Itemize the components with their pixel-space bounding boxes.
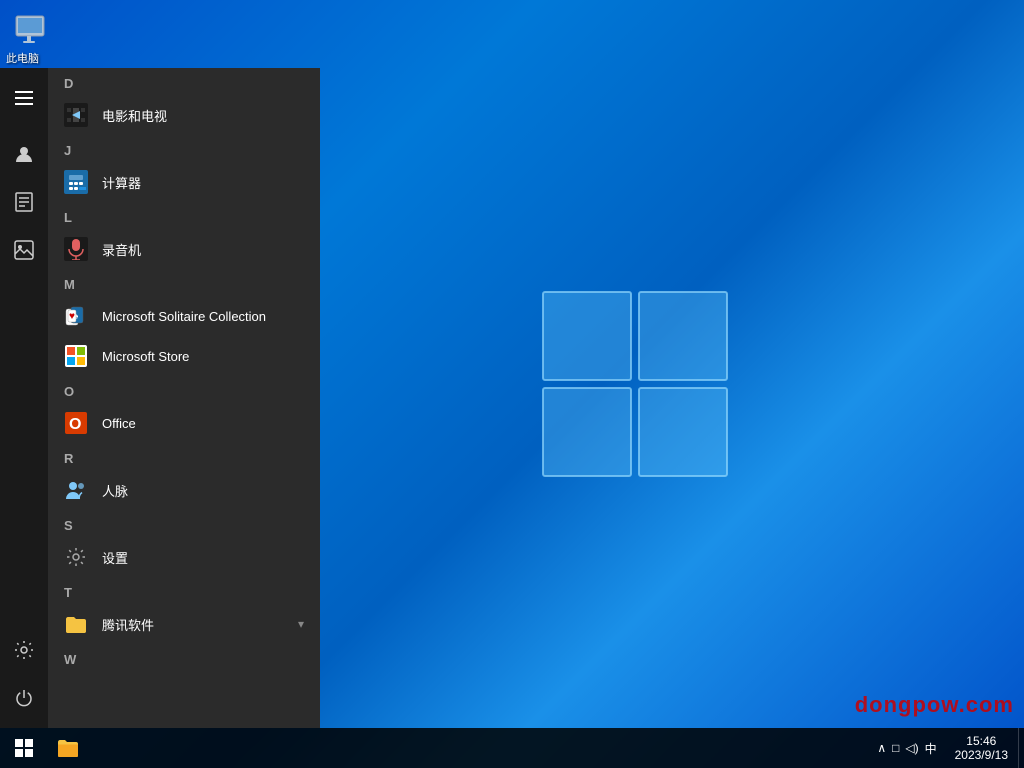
app-icon-tencent-folder: [64, 612, 88, 636]
tray-icon-chevron[interactable]: ∧: [877, 741, 886, 755]
clock-time: 15:46: [966, 734, 996, 748]
section-header-w: W: [48, 644, 320, 671]
start-icon-q2: [25, 739, 33, 747]
sidebar-file-icon[interactable]: [0, 180, 48, 224]
taskbar-clock[interactable]: 15:46 2023/9/13: [945, 728, 1018, 768]
start-button[interactable]: [0, 728, 48, 768]
app-icon-people: [64, 478, 88, 502]
start-icon-q3: [15, 749, 23, 757]
start-menu-sidebar: [0, 68, 48, 728]
app-item-tencent[interactable]: 腾讯软件 ▾: [48, 604, 320, 644]
app-icon-calculator: [64, 170, 88, 194]
tray-icon-volume[interactable]: ◁): [905, 741, 918, 755]
windows-logo: [535, 284, 735, 484]
svg-text:♥: ♥: [69, 311, 75, 322]
app-label-recorder: 录音机: [102, 240, 141, 259]
app-item-solitaire[interactable]: ♠ ♥ Microsoft Solitaire Collection: [48, 296, 320, 336]
tencent-expand-arrow: ▾: [298, 617, 304, 631]
app-label-tencent: 腾讯软件: [102, 615, 154, 634]
show-desktop-button[interactable]: [1018, 728, 1024, 768]
app-item-calculator[interactable]: 计算器: [48, 162, 320, 202]
section-header-j: J: [48, 135, 320, 162]
section-header-t: T: [48, 577, 320, 604]
desktop: 此电脑 dongpow.com: [0, 0, 1024, 768]
app-label-people: 人脉: [102, 481, 128, 500]
section-header-r: R: [48, 443, 320, 470]
hamburger-line: [15, 103, 33, 105]
hamburger-line: [15, 97, 33, 99]
clock-date: 2023/9/13: [955, 748, 1008, 762]
svg-text:O: O: [69, 416, 81, 433]
app-item-settings[interactable]: 设置: [48, 537, 320, 577]
app-icon-recorder: [64, 237, 88, 261]
section-header-l: L: [48, 202, 320, 229]
app-icon-settings: [64, 545, 88, 569]
app-item-people[interactable]: 人脉: [48, 470, 320, 510]
app-label-calculator: 计算器: [102, 173, 141, 192]
sidebar-user-icon[interactable]: [0, 132, 48, 176]
app-icon-solitaire: ♠ ♥: [64, 304, 88, 328]
taskbar-file-explorer[interactable]: [48, 728, 88, 768]
section-header-m: M: [48, 269, 320, 296]
app-icon-office: O: [64, 411, 88, 435]
section-header-s: S: [48, 510, 320, 537]
app-item-office[interactable]: O Office: [48, 403, 320, 443]
app-icon-movies: [64, 103, 88, 127]
sidebar-photos-icon[interactable]: [0, 228, 48, 272]
taskbar-right: ∧ □ ◁) 中 15:46 2023/9/13: [869, 728, 1024, 768]
app-item-recorder[interactable]: 录音机: [48, 229, 320, 269]
app-label-solitaire: Microsoft Solitaire Collection: [102, 309, 266, 324]
start-icon-q1: [15, 739, 23, 747]
app-item-store[interactable]: Microsoft Store: [48, 336, 320, 376]
app-label-movies: 电影和电视: [102, 106, 167, 125]
app-label-office: Office: [102, 416, 136, 431]
taskbar-tray: ∧ □ ◁) 中: [869, 740, 944, 757]
sidebar-power-icon[interactable]: [0, 676, 48, 720]
sidebar-bottom: [0, 628, 48, 720]
sidebar-settings-icon[interactable]: [0, 628, 48, 672]
hamburger-line: [15, 91, 33, 93]
tray-icon-lang[interactable]: 中: [925, 740, 937, 757]
app-icon-store: [64, 344, 88, 368]
taskbar: ∧ □ ◁) 中 15:46 2023/9/13: [0, 728, 1024, 768]
app-label-settings: 设置: [102, 548, 128, 567]
start-icon-q4: [25, 749, 33, 757]
app-item-movies[interactable]: 电影和电视: [48, 95, 320, 135]
app-label-store: Microsoft Store: [102, 349, 189, 364]
section-header-d: D: [48, 68, 320, 95]
taskbar-folder-icon: [57, 739, 79, 757]
start-menu-app-list[interactable]: D 电影和电视 J: [48, 68, 320, 728]
watermark: dongpow.com: [855, 692, 1014, 718]
hamburger-button[interactable]: [0, 76, 48, 120]
start-icon: [15, 739, 33, 757]
desktop-icon-label: 此电脑: [6, 50, 39, 66]
section-header-o: O: [48, 376, 320, 403]
tray-icon-network[interactable]: □: [892, 741, 899, 755]
